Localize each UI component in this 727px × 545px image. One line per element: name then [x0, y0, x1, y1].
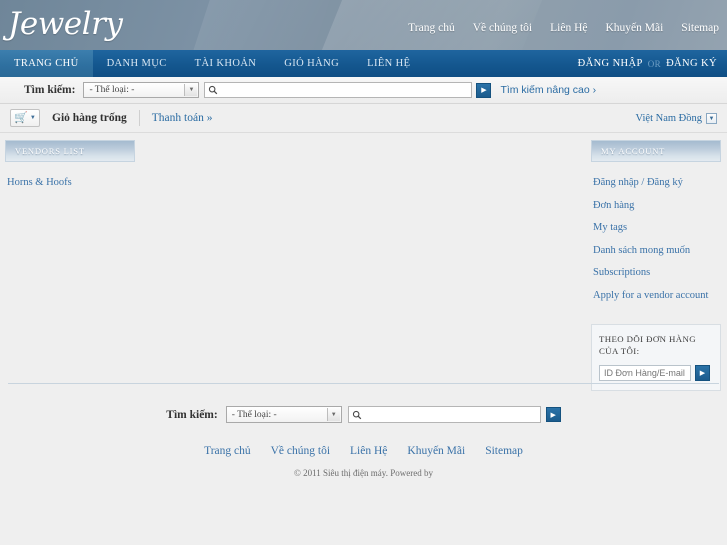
footer-nav-item-about[interactable]: Về chúng tôi — [271, 445, 330, 457]
nav-tab-trang-chu[interactable]: TRANG CHỦ — [0, 50, 93, 77]
account-link-wishlist[interactable]: Danh sách mong muốn — [591, 240, 721, 263]
footer-search-label: Tìm kiếm: — [166, 408, 218, 421]
search-category-select[interactable]: - Thể loại: - ▼ — [83, 82, 200, 98]
footer-divider — [8, 383, 719, 384]
footer-nav-item-promotions[interactable]: Khuyến Mãi — [407, 445, 465, 457]
top-nav-item-home[interactable]: Trang chủ — [408, 22, 455, 34]
chevron-down-icon: ▼ — [326, 408, 340, 421]
cart-status-label: Giỏ hàng trống — [52, 112, 127, 124]
nav-tab-danh-muc[interactable]: DANH MỤC — [93, 50, 181, 77]
order-tracking-title: THEO DÕI ĐƠN HÀNG CỦA TÔI: — [599, 333, 696, 357]
search-label: Tìm kiếm: — [24, 84, 76, 96]
copyright-text: © 2011 Siêu thị điện máy. Powered by — [294, 468, 433, 478]
search-bar: Tìm kiếm: - Thể loại: - ▼ ▶ Tìm kiếm nân… — [0, 77, 727, 104]
chevron-down-icon: ▼ — [184, 84, 198, 96]
page-root: Jewelry Trang chủ Về chúng tôi Liên Hệ K… — [0, 0, 727, 545]
nav-tab-tai-khoan[interactable]: TÀI KHOẢN — [181, 50, 271, 77]
main-navigation: TRANG CHỦ DANH MỤC TÀI KHOẢN GIỎ HÀNG LI… — [0, 50, 727, 77]
footer-nav: Trang chủ Về chúng tôi Liên Hệ Khuyến Mã… — [0, 441, 727, 459]
top-nav-item-sitemap[interactable]: Sitemap — [681, 22, 719, 34]
search-submit-button[interactable]: ▶ — [476, 82, 492, 98]
auth-separator: OR — [647, 58, 662, 69]
order-tracking-box: THEO DÕI ĐƠN HÀNG CỦA TÔI: ▶ — [591, 323, 721, 392]
top-nav-item-promotions[interactable]: Khuyến Mãi — [605, 22, 663, 34]
site-footer: Tìm kiếm: - Thể loại: - ▼ ▶ Trang chủ Về… — [0, 395, 727, 478]
auth-links: ĐĂNG NHẬP OR ĐĂNG KÝ — [578, 50, 717, 77]
account-link-orders[interactable]: Đơn hàng — [591, 195, 721, 218]
my-account-header: MY ACCOUNT — [591, 140, 721, 162]
site-header: Jewelry Trang chủ Về chúng tôi Liên Hệ K… — [0, 0, 727, 50]
search-input[interactable] — [221, 83, 462, 97]
dropdown-box-icon: ▼ — [706, 113, 717, 124]
nav-tab-gio-hang[interactable]: GIỎ HÀNG — [270, 50, 353, 77]
footer-nav-item-home[interactable]: Trang chủ — [204, 445, 251, 457]
search-input-wrap[interactable] — [204, 82, 473, 98]
cart-bar: 🛒 ▼ Giỏ hàng trống Thanh toán » Việt Nam… — [0, 104, 727, 133]
footer-search-input-wrap[interactable] — [347, 406, 541, 423]
footer-search-category-select[interactable]: - Thể loại: - ▼ — [225, 406, 342, 423]
order-tracking-submit-button[interactable]: ▶ — [695, 365, 710, 382]
account-link-subscriptions[interactable]: Subscriptions — [591, 262, 721, 285]
order-tracking-row: ▶ — [599, 365, 713, 382]
search-icon — [349, 410, 365, 420]
search-category-value: - Thể loại: - — [89, 85, 135, 95]
advanced-search-link[interactable]: Tìm kiếm nâng cao › — [500, 84, 596, 96]
vendors-list-header: VENDORS LIST — [5, 140, 135, 162]
footer-search-submit-button[interactable]: ▶ — [545, 407, 561, 422]
content-area: VENDORS LIST Horns & Hoofs MY ACCOUNT Đă… — [0, 133, 727, 392]
cart-divider — [138, 110, 140, 126]
order-tracking-input[interactable] — [599, 365, 691, 382]
footer-search-category-value: - Thể loại: - — [231, 409, 277, 420]
vendors-list-links: Horns & Hoofs — [5, 162, 135, 195]
cart-dropdown-button[interactable]: 🛒 ▼ — [10, 109, 40, 127]
footer-nav-item-sitemap[interactable]: Sitemap — [485, 445, 523, 457]
chevron-down-icon: ▼ — [29, 115, 36, 121]
shopping-cart-icon: 🛒 — [14, 111, 28, 124]
vendor-link-horns-hoofs[interactable]: Horns & Hoofs — [5, 172, 135, 195]
search-icon — [205, 85, 221, 95]
account-link-my-tags[interactable]: My tags — [591, 217, 721, 240]
register-link[interactable]: ĐĂNG KÝ — [666, 58, 717, 69]
sidebar-right: MY ACCOUNT Đăng nhập / Đăng ký Đơn hàng … — [591, 140, 721, 392]
my-account-links: Đăng nhập / Đăng ký Đơn hàng My tags Dan… — [591, 162, 721, 308]
sidebar-left: VENDORS LIST Horns & Hoofs — [5, 140, 135, 195]
account-link-vendor-account[interactable]: Apply for a vendor account — [591, 285, 721, 308]
login-link[interactable]: ĐĂNG NHẬP — [578, 58, 643, 69]
currency-label: Việt Nam Đồng — [635, 113, 702, 124]
footer-search-bar: Tìm kiếm: - Thể loại: - ▼ ▶ — [0, 406, 727, 423]
top-nav-item-contact[interactable]: Liên Hệ — [550, 22, 587, 34]
nav-tab-lien-he[interactable]: LIÊN HỆ — [353, 50, 424, 77]
footer-search-input[interactable] — [364, 407, 533, 422]
footer-nav-item-contact[interactable]: Liên Hệ — [350, 445, 387, 457]
checkout-link[interactable]: Thanh toán » — [152, 112, 213, 124]
site-logo[interactable]: Jewelry — [8, 2, 123, 46]
top-nav-item-about[interactable]: Về chúng tôi — [473, 22, 532, 34]
currency-selector[interactable]: Việt Nam Đồng ▼ — [636, 104, 717, 133]
account-link-login-register[interactable]: Đăng nhập / Đăng ký — [591, 172, 721, 195]
top-utility-nav: Trang chủ Về chúng tôi Liên Hệ Khuyến Mã… — [394, 18, 719, 36]
